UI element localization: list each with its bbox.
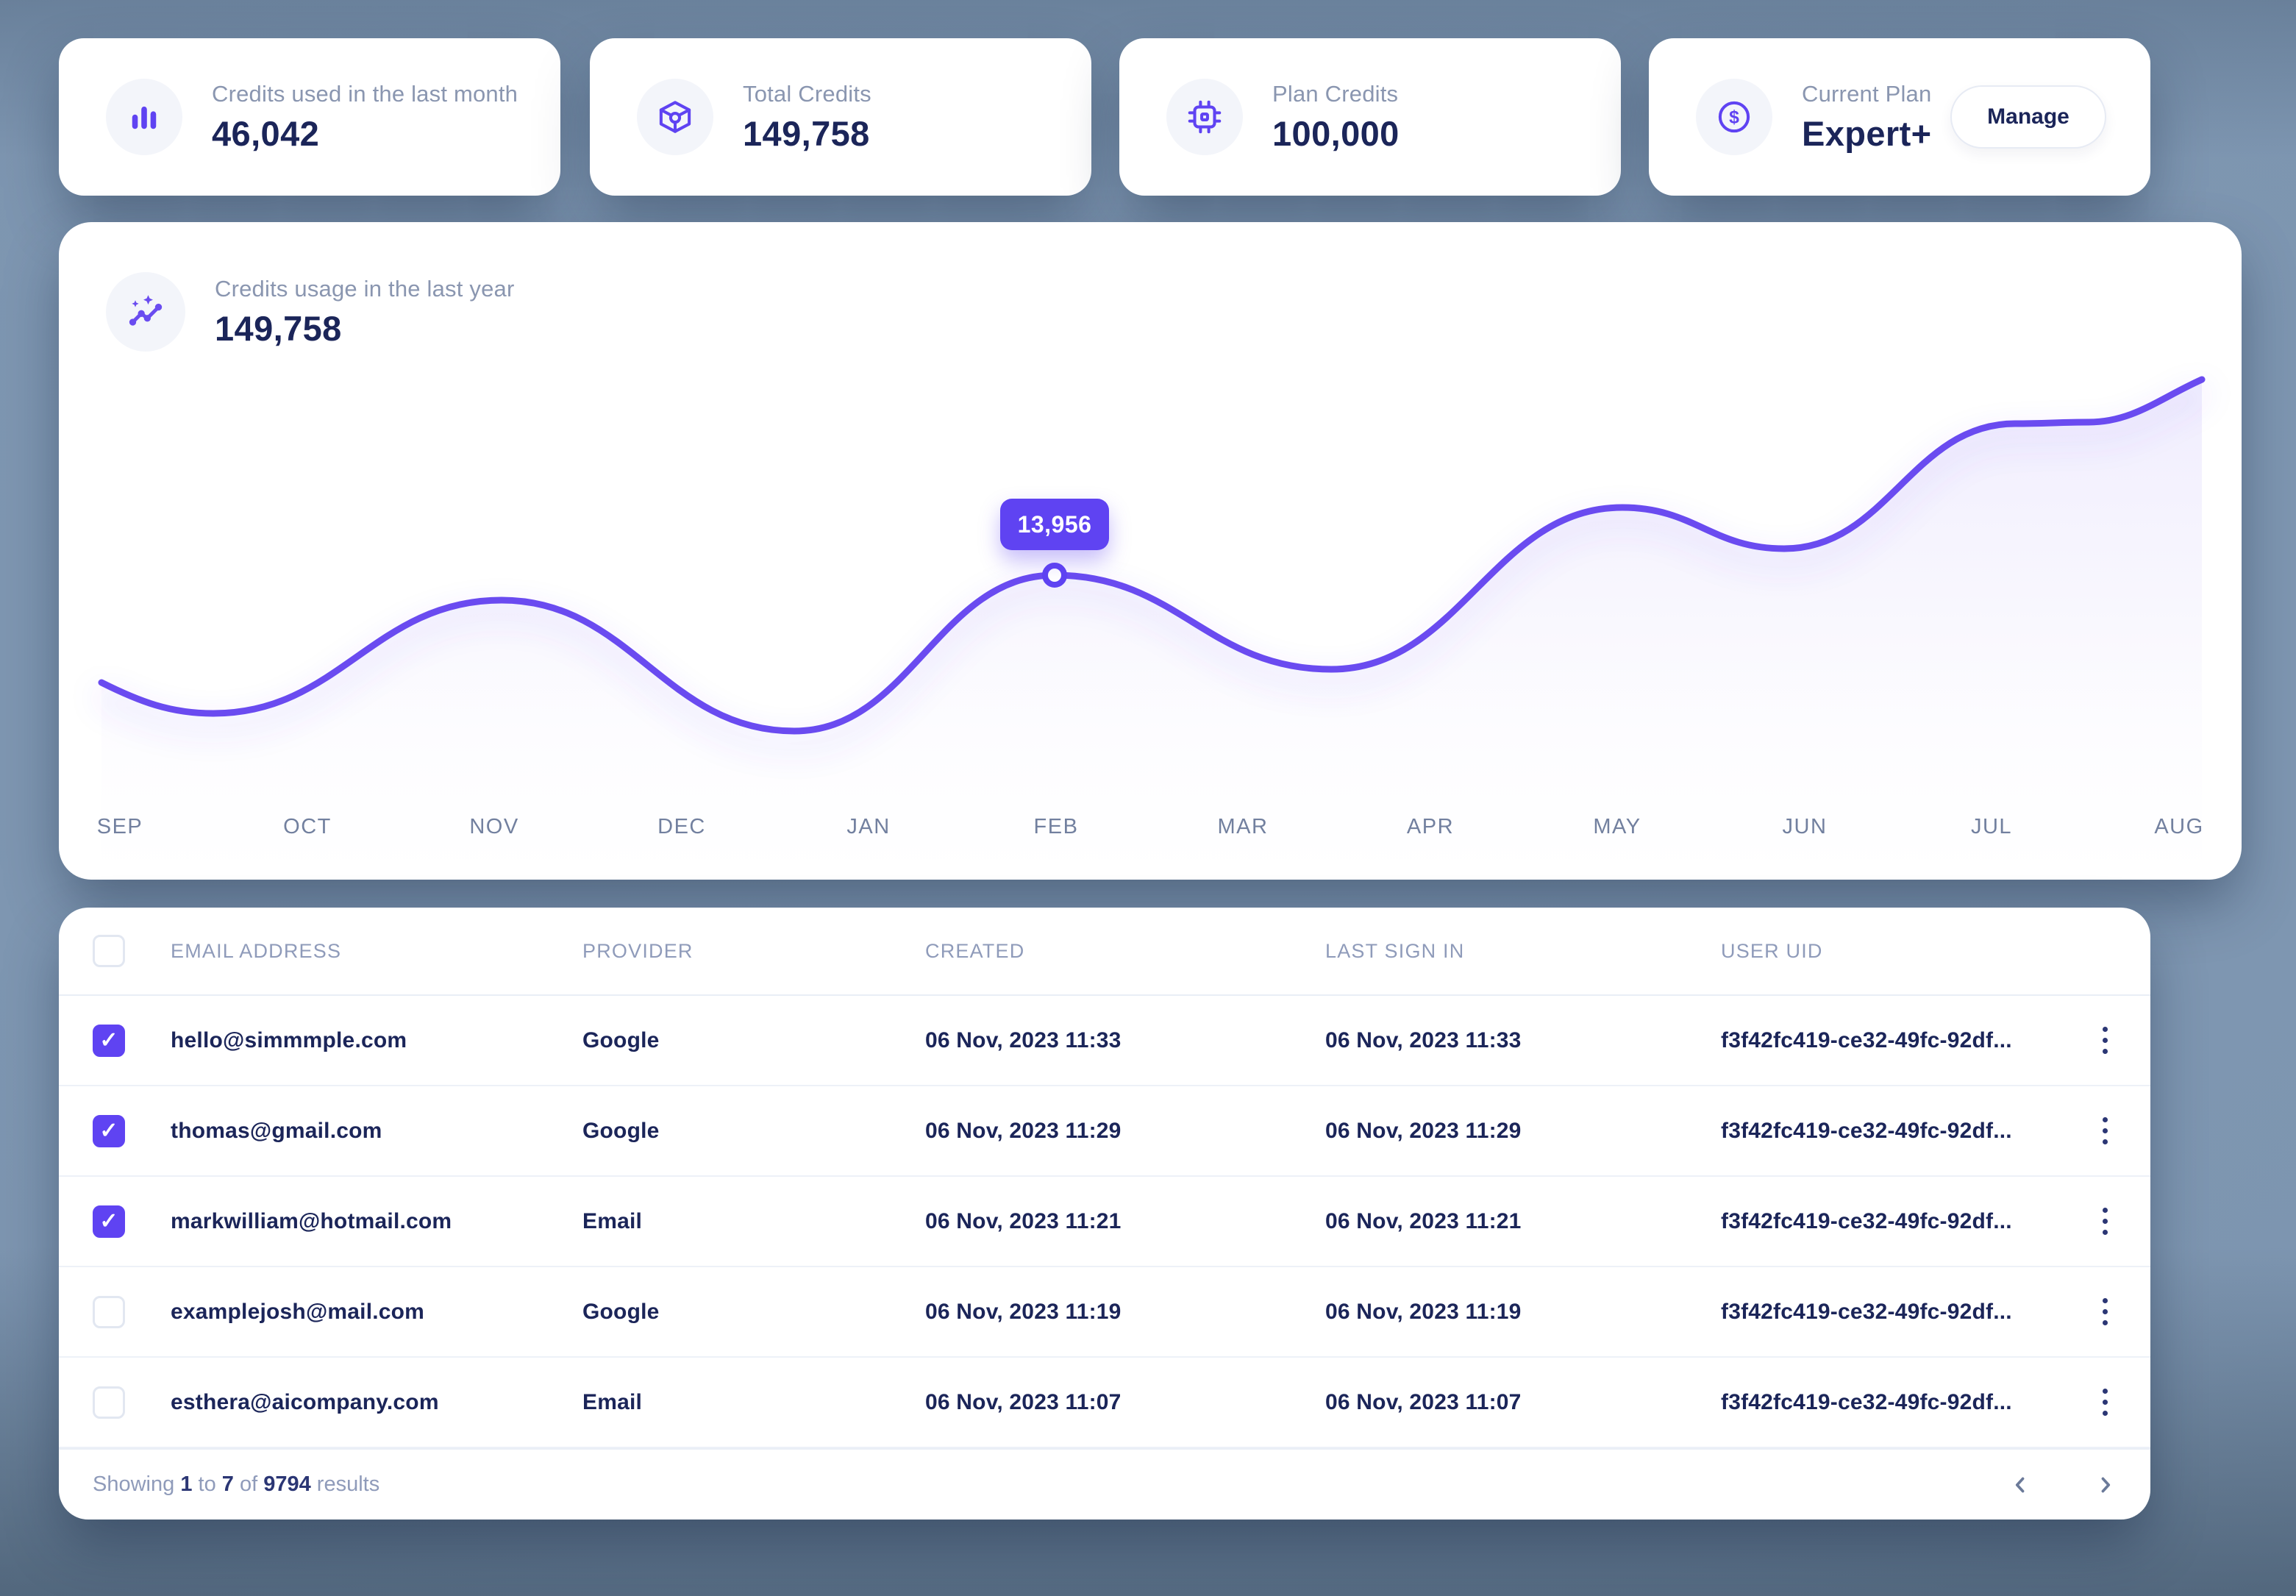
- chevron-right-icon: [2093, 1472, 2118, 1497]
- cell-last-sign-in: 06 Nov, 2023 11:07: [1325, 1390, 1721, 1415]
- x-axis-label: NOV: [469, 815, 518, 839]
- column-header-last-sign-in: LAST SIGN IN: [1325, 940, 1721, 963]
- cell-user-uid: f3f42fc419-ce32-49fc-92df...: [1721, 1028, 2089, 1053]
- chart-tooltip: 13,956: [1000, 499, 1109, 550]
- cell-email: esthera@aicompany.com: [171, 1390, 582, 1415]
- cell-email: hello@simmmple.com: [171, 1028, 582, 1053]
- stat-value: 100,000: [1272, 113, 1400, 154]
- stat-value: Expert+: [1802, 113, 1932, 154]
- row-checkbox[interactable]: [93, 1115, 125, 1147]
- stat-value: 46,042: [212, 113, 518, 154]
- cell-user-uid: f3f42fc419-ce32-49fc-92df...: [1721, 1390, 2089, 1415]
- cell-created: 06 Nov, 2023 11:07: [925, 1390, 1325, 1415]
- results-total: 9794: [263, 1472, 311, 1496]
- cell-provider: Email: [582, 1209, 925, 1234]
- cell-email: thomas@gmail.com: [171, 1119, 582, 1144]
- x-axis-label: JAN: [846, 815, 890, 839]
- x-axis-label: OCT: [283, 815, 332, 839]
- svg-text:$: $: [1729, 107, 1739, 127]
- x-axis-label: SEP: [97, 815, 143, 839]
- stat-card-current-plan: $ Current Plan Expert+ Manage: [1649, 38, 2150, 196]
- cpu-chip-icon: [1166, 79, 1243, 155]
- cell-email: examplejosh@mail.com: [171, 1300, 582, 1325]
- results-from: 1: [180, 1472, 192, 1496]
- chevron-left-icon: [2008, 1472, 2033, 1497]
- row-checkbox[interactable]: [93, 1205, 125, 1238]
- chart-total-value: 149,758: [215, 308, 515, 349]
- row-menu-icon[interactable]: [2095, 1381, 2115, 1423]
- dashboard-page: Credits used in the last month 46,042 To…: [0, 0, 2296, 1596]
- cell-created: 06 Nov, 2023 11:21: [925, 1209, 1325, 1234]
- x-axis-label: FEB: [1034, 815, 1079, 839]
- cell-last-sign-in: 06 Nov, 2023 11:21: [1325, 1209, 1721, 1234]
- stat-card-total-credits: Total Credits 149,758: [590, 38, 1091, 196]
- row-checkbox[interactable]: [93, 1296, 125, 1328]
- stat-label: Plan Credits: [1272, 81, 1400, 107]
- table-row: examplejosh@mail.com Google 06 Nov, 2023…: [59, 1267, 2150, 1358]
- cell-provider: Google: [582, 1119, 925, 1144]
- stat-card-plan-credits: Plan Credits 100,000: [1119, 38, 1621, 196]
- users-table-card: EMAIL ADDRESS PROVIDER CREATED LAST SIGN…: [59, 908, 2150, 1520]
- table-header-row: EMAIL ADDRESS PROVIDER CREATED LAST SIGN…: [59, 908, 2150, 996]
- row-menu-icon[interactable]: [2095, 1291, 2115, 1333]
- select-all-checkbox[interactable]: [93, 935, 125, 967]
- row-checkbox[interactable]: [93, 1025, 125, 1057]
- column-header-provider: PROVIDER: [582, 940, 925, 963]
- cell-created: 06 Nov, 2023 11:33: [925, 1028, 1325, 1053]
- cell-created: 06 Nov, 2023 11:29: [925, 1119, 1325, 1144]
- row-menu-icon[interactable]: [2095, 1110, 2115, 1152]
- chart-title: Credits usage in the last year: [215, 276, 515, 302]
- stat-value: 149,758: [743, 113, 871, 154]
- x-axis-label: JUL: [1971, 815, 2012, 839]
- manage-plan-button[interactable]: Manage: [1950, 85, 2106, 149]
- trend-sparkle-icon: [106, 272, 185, 352]
- stat-label: Current Plan: [1802, 81, 1932, 107]
- cell-last-sign-in: 06 Nov, 2023 11:33: [1325, 1028, 1721, 1053]
- credits-usage-chart-card: Credits usage in the last year 149,758 1…: [59, 222, 2242, 880]
- stat-label: Total Credits: [743, 81, 871, 107]
- table-row: markwilliam@hotmail.com Email 06 Nov, 20…: [59, 1177, 2150, 1267]
- cube-3d-icon: [637, 79, 713, 155]
- chart-highlight-point: [1045, 566, 1064, 585]
- x-axis-label: MAY: [1593, 815, 1641, 839]
- table-row: esthera@aicompany.com Email 06 Nov, 2023…: [59, 1358, 2150, 1448]
- stat-label: Credits used in the last month: [212, 81, 518, 107]
- cell-created: 06 Nov, 2023 11:19: [925, 1300, 1325, 1325]
- cell-last-sign-in: 06 Nov, 2023 11:29: [1325, 1119, 1721, 1144]
- table-footer: Showing 1 to 7 of 9794 results: [59, 1448, 2150, 1520]
- dollar-circle-icon: $: [1696, 79, 1772, 155]
- table-row: thomas@gmail.com Google 06 Nov, 2023 11:…: [59, 1086, 2150, 1177]
- cell-user-uid: f3f42fc419-ce32-49fc-92df...: [1721, 1209, 2089, 1234]
- table-row: hello@simmmple.com Google 06 Nov, 2023 1…: [59, 996, 2150, 1086]
- x-axis-label: APR: [1407, 815, 1454, 839]
- x-axis-label: AUG: [2154, 815, 2203, 839]
- x-axis-label: JUN: [1783, 815, 1828, 839]
- cell-user-uid: f3f42fc419-ce32-49fc-92df...: [1721, 1300, 2089, 1325]
- cell-provider: Google: [582, 1028, 925, 1053]
- cell-provider: Google: [582, 1300, 925, 1325]
- column-header-email: EMAIL ADDRESS: [171, 940, 582, 963]
- column-header-user-uid: USER UID: [1721, 940, 2089, 963]
- cell-provider: Email: [582, 1390, 925, 1415]
- chart-area-fill: [101, 380, 2202, 880]
- cell-last-sign-in: 06 Nov, 2023 11:19: [1325, 1300, 1721, 1325]
- row-menu-icon[interactable]: [2095, 1019, 2115, 1061]
- column-header-created: CREATED: [925, 940, 1325, 963]
- pagination-next-button[interactable]: [2087, 1467, 2124, 1503]
- cell-email: markwilliam@hotmail.com: [171, 1209, 582, 1234]
- stat-card-credits-used: Credits used in the last month 46,042: [59, 38, 560, 196]
- row-menu-icon[interactable]: [2095, 1200, 2115, 1242]
- x-axis-label: MAR: [1218, 815, 1269, 839]
- cell-user-uid: f3f42fc419-ce32-49fc-92df...: [1721, 1119, 2089, 1144]
- row-checkbox[interactable]: [93, 1386, 125, 1419]
- results-summary: Showing 1 to 7 of 9794 results: [93, 1472, 379, 1497]
- x-axis-label: DEC: [657, 815, 706, 839]
- results-to: 7: [222, 1472, 234, 1496]
- pagination-prev-button[interactable]: [2002, 1467, 2039, 1503]
- bar-chart-icon: [106, 79, 182, 155]
